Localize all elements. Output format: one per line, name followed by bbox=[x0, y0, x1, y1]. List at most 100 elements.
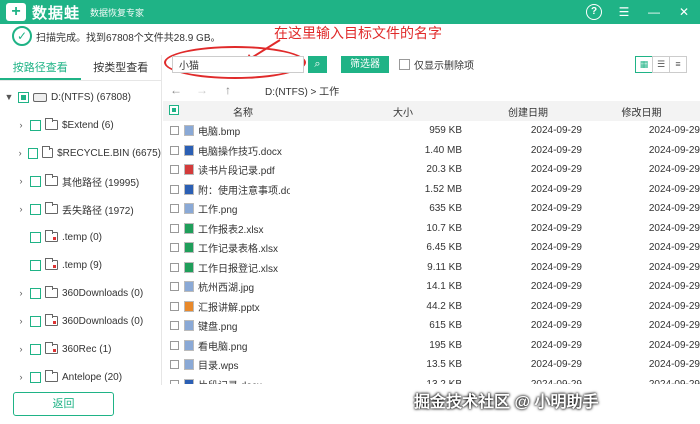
menu-icon[interactable]: ☰ bbox=[616, 4, 632, 20]
table-row[interactable]: 工作报表2.xlsx 10.7 KB 2024-09-29 2024-09-29 bbox=[163, 219, 700, 239]
list-view-icon[interactable]: ☰ bbox=[652, 56, 670, 73]
folder-icon bbox=[41, 146, 54, 158]
tree-item[interactable]: › $Extend (6) bbox=[0, 111, 161, 139]
back-arrow-icon[interactable]: ← bbox=[163, 83, 189, 97]
tree-item-label: 360Downloads (0) bbox=[62, 287, 144, 299]
tree-checkbox[interactable] bbox=[18, 91, 29, 103]
chevron-right-icon[interactable]: › bbox=[16, 204, 26, 214]
deleted-only-checkbox[interactable] bbox=[399, 59, 410, 70]
row-checkbox[interactable] bbox=[170, 301, 179, 311]
tab-by-path[interactable]: 按路径查看 bbox=[0, 55, 81, 80]
tree-checkbox[interactable] bbox=[30, 231, 41, 243]
row-checkbox[interactable] bbox=[170, 126, 179, 136]
column-modified[interactable]: 修改日期 bbox=[583, 104, 700, 119]
up-arrow-icon[interactable]: ↑ bbox=[215, 83, 241, 97]
tree-item[interactable]: .temp (0) bbox=[0, 223, 161, 251]
row-checkbox[interactable] bbox=[170, 379, 179, 384]
tree-checkbox[interactable] bbox=[30, 203, 41, 215]
close-icon[interactable]: ✕ bbox=[676, 4, 692, 20]
file-created: 2024-09-29 bbox=[530, 359, 582, 371]
chevron-right-icon[interactable]: › bbox=[16, 344, 26, 354]
tree-item[interactable]: ▼ D:(NTFS) (67808) bbox=[0, 83, 161, 111]
table-row[interactable]: 读书片段记录.pdf 20.3 KB 2024-09-29 2024-09-29 bbox=[163, 160, 700, 180]
tree-checkbox[interactable] bbox=[30, 343, 41, 355]
row-checkbox[interactable] bbox=[170, 340, 179, 350]
chevron-right-icon[interactable]: › bbox=[16, 120, 26, 130]
chevron-right-icon[interactable]: › bbox=[16, 372, 26, 382]
table-row[interactable]: 看电脑.png 195 KB 2024-09-29 2024-09-29 bbox=[163, 336, 700, 356]
table-row[interactable]: 汇报讲解.pptx 44.2 KB 2024-09-29 2024-09-29 bbox=[163, 297, 700, 317]
table-row[interactable]: 杭州西湖.jpg 14.1 KB 2024-09-29 2024-09-29 bbox=[163, 277, 700, 297]
tree-item[interactable]: › 360Rec (1) bbox=[0, 335, 161, 363]
forward-arrow-icon[interactable]: → bbox=[189, 83, 215, 97]
back-button[interactable]: 返回 bbox=[13, 392, 114, 416]
search-icon[interactable]: ⌕ bbox=[308, 56, 327, 73]
table-row[interactable]: 工作日报登记.xlsx 9.11 KB 2024-09-29 2024-09-29 bbox=[163, 258, 700, 278]
deleted-only-toggle[interactable]: 仅显示删除项 bbox=[399, 57, 474, 72]
grid-view-icon[interactable]: ▦ bbox=[635, 56, 653, 73]
tab-by-type[interactable]: 按类型查看 bbox=[81, 55, 162, 80]
table-row[interactable]: 电脑.bmp 959 KB 2024-09-29 2024-09-29 bbox=[163, 121, 700, 141]
chevron-right-icon[interactable]: › bbox=[16, 288, 26, 298]
column-created[interactable]: 创建日期 bbox=[473, 104, 583, 119]
detail-view-icon[interactable]: ≡ bbox=[669, 56, 687, 73]
chevron-down-icon[interactable]: ▼ bbox=[4, 92, 14, 102]
row-checkbox[interactable] bbox=[170, 282, 179, 292]
file-modified: 2024-09-29 bbox=[648, 242, 700, 254]
tree-checkbox[interactable] bbox=[30, 315, 41, 327]
tree-item[interactable]: › $RECYCLE.BIN (6675) bbox=[0, 139, 161, 167]
row-checkbox[interactable] bbox=[170, 145, 179, 155]
minimize-icon[interactable]: — bbox=[646, 4, 662, 20]
table-row[interactable]: 目录.wps 13.5 KB 2024-09-29 2024-09-29 bbox=[163, 355, 700, 375]
breadcrumb: D:(NTFS) > 工作 bbox=[265, 86, 340, 98]
row-checkbox[interactable] bbox=[170, 204, 179, 214]
chevron-right-icon[interactable]: › bbox=[16, 148, 24, 158]
row-checkbox[interactable] bbox=[170, 184, 179, 194]
tree-item[interactable]: .temp (9) bbox=[0, 251, 161, 279]
folder-icon bbox=[45, 370, 58, 382]
column-size[interactable]: 大小 bbox=[293, 104, 473, 119]
tree-checkbox[interactable] bbox=[30, 119, 41, 131]
row-checkbox[interactable] bbox=[170, 165, 179, 175]
row-checkbox[interactable] bbox=[170, 223, 179, 233]
table-row[interactable]: 键盘.png 615 KB 2024-09-29 2024-09-29 bbox=[163, 316, 700, 336]
tree-item[interactable]: › 360Downloads (0) bbox=[0, 279, 161, 307]
filter-button[interactable]: 筛选器 bbox=[341, 56, 389, 73]
help-icon[interactable]: ? bbox=[586, 4, 602, 20]
row-checkbox[interactable] bbox=[170, 262, 179, 272]
tree-checkbox[interactable] bbox=[30, 371, 41, 383]
tree-checkbox[interactable] bbox=[30, 259, 41, 271]
tree-checkbox[interactable] bbox=[30, 175, 41, 187]
tree-item[interactable]: › Antelope (20) bbox=[0, 363, 161, 391]
row-checkbox[interactable] bbox=[170, 360, 179, 370]
file-type-icon bbox=[184, 261, 194, 273]
row-checkbox[interactable] bbox=[170, 321, 179, 331]
column-name[interactable]: 名称 bbox=[193, 104, 293, 119]
folder-icon bbox=[45, 118, 58, 130]
tree-checkbox[interactable] bbox=[28, 147, 38, 159]
tree-item[interactable]: › 丢失路径 (1972) bbox=[0, 195, 161, 223]
search-input[interactable] bbox=[172, 56, 304, 73]
file-created: 2024-09-29 bbox=[530, 144, 582, 156]
row-checkbox[interactable] bbox=[170, 243, 179, 253]
table-row[interactable]: 工作.png 635 KB 2024-09-29 2024-09-29 bbox=[163, 199, 700, 219]
select-all-checkbox[interactable] bbox=[169, 104, 179, 115]
tree-item[interactable]: › 其他路径 (19995) bbox=[0, 167, 161, 195]
table-row[interactable]: 工作记录表格.xlsx 6.45 KB 2024-09-29 2024-09-29 bbox=[163, 238, 700, 258]
search-bar: ⌕ 筛选器 仅显示删除项 bbox=[172, 56, 474, 73]
table-row[interactable]: 附：使用注意事项.docx 1.52 MB 2024-09-29 2024-09-29 bbox=[163, 180, 700, 200]
file-size: 615 KB bbox=[429, 320, 462, 332]
table-row[interactable]: 电脑操作技巧.docx 1.40 MB 2024-09-29 2024-09-29 bbox=[163, 141, 700, 161]
file-type-icon bbox=[184, 359, 194, 371]
file-size: 635 KB bbox=[429, 203, 462, 215]
file-created: 2024-09-29 bbox=[530, 281, 582, 293]
table-row[interactable]: 片段记录.docx13.2 KB2024-09-292024-09-29 bbox=[163, 375, 700, 384]
file-created: 2024-09-29 bbox=[530, 339, 582, 351]
chevron-right-icon[interactable]: › bbox=[16, 316, 26, 326]
tree-checkbox[interactable] bbox=[30, 287, 41, 299]
tree-item[interactable]: › 360Downloads (0) bbox=[0, 307, 161, 335]
file-type-icon bbox=[184, 378, 194, 384]
chevron-right-icon[interactable]: › bbox=[16, 176, 26, 186]
file-type-icon bbox=[184, 320, 194, 332]
file-created: 2024-09-29 bbox=[530, 300, 582, 312]
